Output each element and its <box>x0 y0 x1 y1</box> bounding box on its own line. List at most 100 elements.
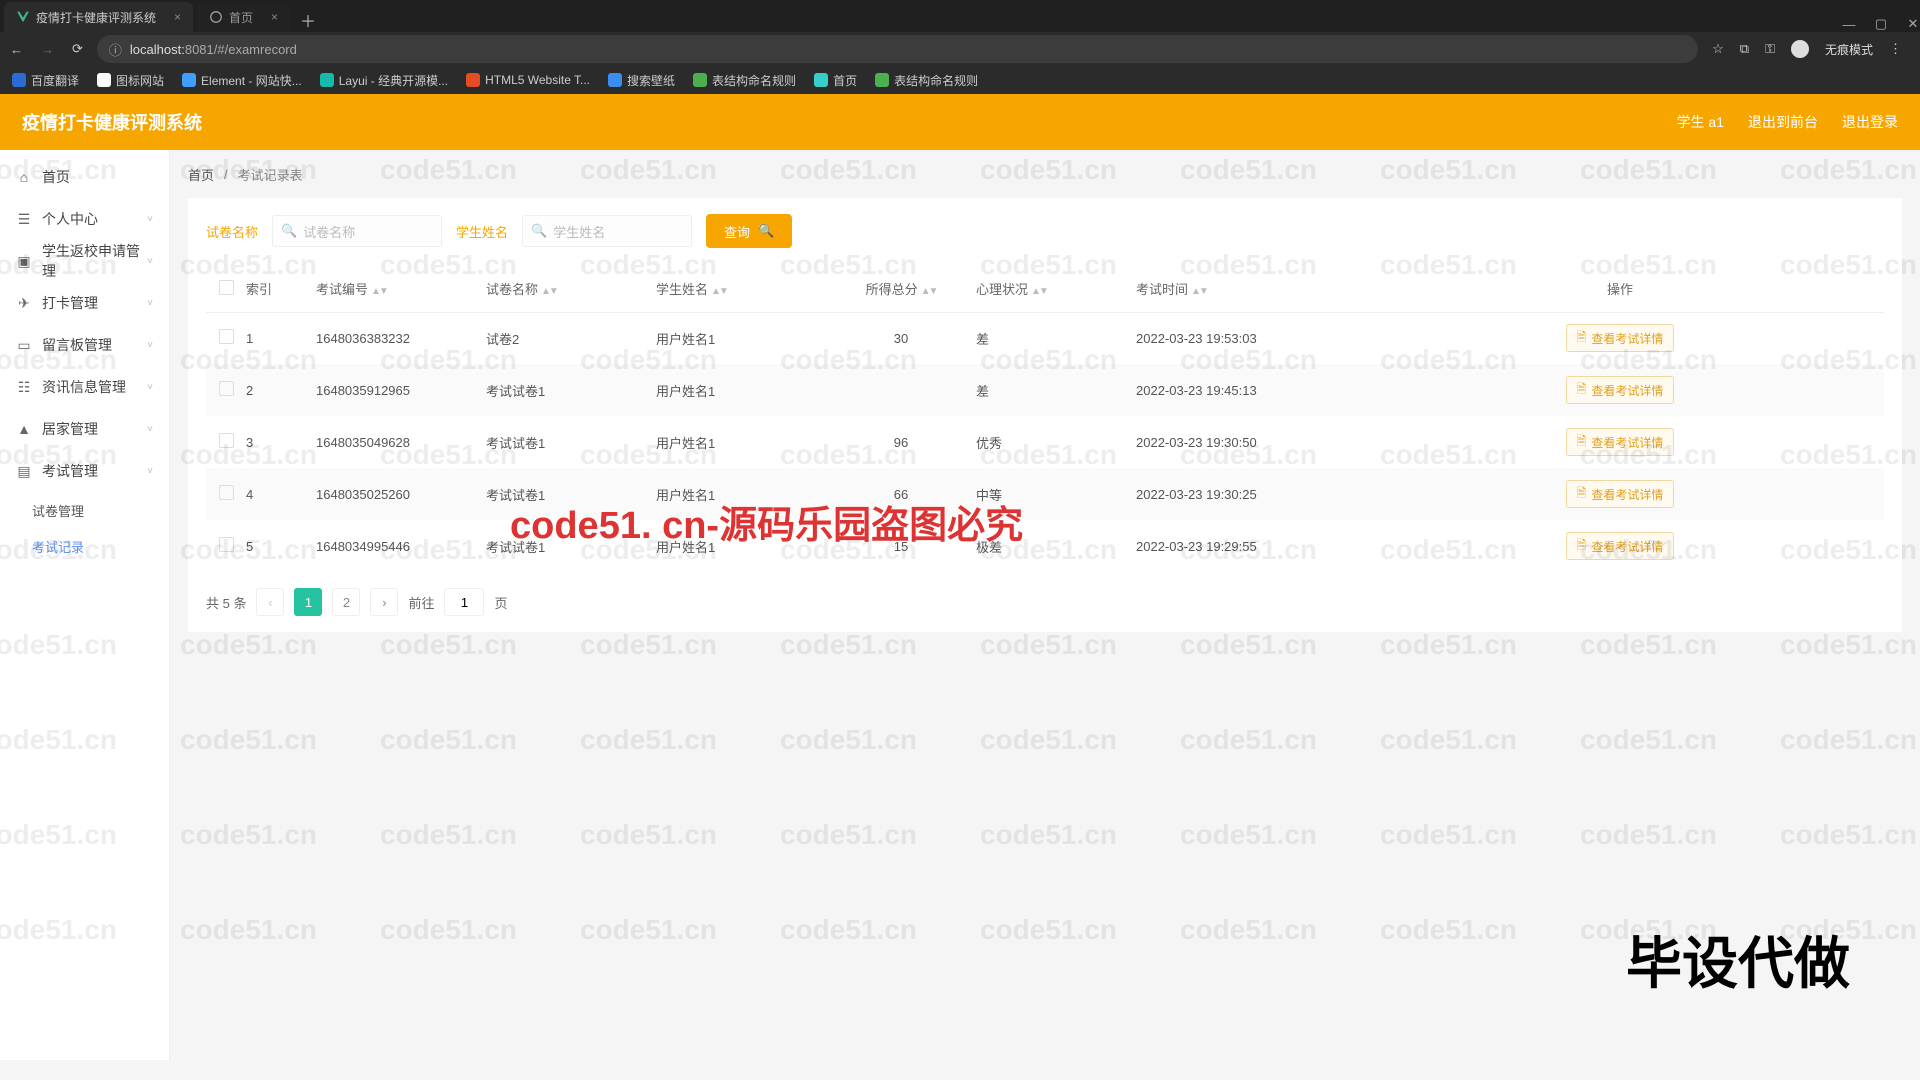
col-student[interactable]: 学生姓名▲▼ <box>656 266 826 312</box>
bookmark-label: 搜索壁纸 <box>627 72 675 89</box>
maximize-icon[interactable]: ▢ <box>1874 16 1888 32</box>
logout-button[interactable]: 退出登录 <box>1842 112 1898 132</box>
cell-index: 5 <box>246 520 316 572</box>
site-info-icon[interactable]: ⓘ <box>109 40 122 59</box>
back-icon[interactable]: ← <box>10 42 23 57</box>
sidebar-item-home-stay[interactable]: ▲居家管理˅ <box>0 408 169 450</box>
board-icon: ▭ <box>16 337 32 354</box>
chevron-down-icon: ˅ <box>147 424 153 435</box>
search-button[interactable]: 查询 🔍 <box>706 214 792 248</box>
col-psych[interactable]: 心理状况▲▼ <box>976 266 1136 312</box>
bookmark-item[interactable]: 首页 <box>814 72 857 89</box>
sidebar-item-home[interactable]: ⌂首页 <box>0 156 169 198</box>
sidebar-item-checkin[interactable]: ✈ 打卡管理˅ <box>0 282 169 324</box>
cell-time: 2022-03-23 19:53:03 <box>1136 312 1356 364</box>
bookmark-favicon-icon <box>320 73 334 87</box>
cell-examno: 1648035912965 <box>316 364 486 416</box>
sidebar-item-news[interactable]: ☷资讯信息管理˅ <box>0 366 169 408</box>
view-detail-button[interactable]: 🗎查看考试详情 <box>1566 532 1675 560</box>
row-checkbox[interactable] <box>219 329 234 344</box>
cell-examno: 1648036383232 <box>316 312 486 364</box>
exit-front-button[interactable]: 退出到前台 <box>1748 112 1818 132</box>
col-examno[interactable]: 考试编号▲▼ <box>316 266 486 312</box>
sidebar-item-exam[interactable]: ▤考试管理˅ <box>0 450 169 492</box>
key-icon[interactable]: ⚿ <box>1765 41 1775 57</box>
view-detail-button[interactable]: 🗎查看考试详情 <box>1566 376 1675 404</box>
cell-paper: 试卷2 <box>486 312 656 364</box>
sidebar-item-return-apply[interactable]: ▣学生返校申请管理˅ <box>0 240 169 282</box>
row-checkbox[interactable] <box>219 381 234 396</box>
sidebar-item-message[interactable]: ▭留言板管理˅ <box>0 324 169 366</box>
pager-goto-input[interactable] <box>444 588 484 616</box>
sort-icon: ▲▼ <box>541 286 557 297</box>
sidebar-sub-paper[interactable]: 试卷管理 <box>0 492 169 528</box>
row-checkbox[interactable] <box>219 485 234 500</box>
col-time[interactable]: 考试时间▲▼ <box>1136 266 1356 312</box>
toolbar-right: ☆ ⧉ ⚿ 无痕模式 ⋮ <box>1712 40 1910 58</box>
url-field[interactable]: ⓘ localhost:8081/#/examrecord <box>97 35 1698 63</box>
pager-prev[interactable]: ‹ <box>256 588 284 616</box>
view-detail-button[interactable]: 🗎查看考试详情 <box>1566 324 1675 352</box>
minimize-icon[interactable]: — <box>1842 17 1856 32</box>
pager-page-2[interactable]: 2 <box>332 588 360 616</box>
new-tab-button[interactable]: ＋ <box>294 8 322 32</box>
incognito-avatar-icon[interactable] <box>1791 40 1809 58</box>
list-icon[interactable]: ⧉ <box>1740 41 1749 57</box>
bookmark-item[interactable]: 表结构命名规则 <box>875 72 978 89</box>
app-body: ⌂首页 ☰个人中心˅ ▣学生返校申请管理˅ ✈打卡管理˅ ▭留言板管理˅ ☷资讯… <box>0 150 1920 1060</box>
input-placeholder: 学生姓名 <box>553 222 605 241</box>
view-detail-button[interactable]: 🗎查看考试详情 <box>1566 480 1675 508</box>
close-window-icon[interactable]: ✕ <box>1906 16 1920 32</box>
grid-icon: ☷ <box>16 379 32 396</box>
sort-icon: ▲▼ <box>711 286 727 297</box>
bookmark-item[interactable]: Element - 网站快... <box>182 72 302 89</box>
bookmark-favicon-icon <box>12 73 26 87</box>
chevron-down-icon: ˅ <box>147 298 153 309</box>
browser-tab-inactive[interactable]: 首页 × <box>197 2 290 32</box>
bookmark-item[interactable]: 表结构命名规则 <box>693 72 796 89</box>
star-icon[interactable]: ☆ <box>1712 41 1724 57</box>
reload-icon[interactable]: ⟳ <box>72 41 83 57</box>
col-paper[interactable]: 试卷名称▲▼ <box>486 266 656 312</box>
pager-goto-prefix: 前往 <box>408 593 434 612</box>
bookmark-item[interactable]: 图标网站 <box>97 72 164 89</box>
close-icon[interactable]: × <box>174 10 181 24</box>
close-icon[interactable]: × <box>271 10 278 24</box>
menu-icon: ☰ <box>16 211 32 228</box>
breadcrumb-home[interactable]: 首页 <box>188 165 214 184</box>
paper-name-input[interactable]: 🔍 试卷名称 <box>272 215 442 247</box>
bookmark-item[interactable]: 搜索壁纸 <box>608 72 675 89</box>
bookmark-label: 表结构命名规则 <box>894 72 978 89</box>
table-row: 21648035912965考试试卷1用户姓名1差2022-03-23 19:4… <box>206 364 1884 416</box>
bookmark-favicon-icon <box>608 73 622 87</box>
checkbox-all[interactable] <box>219 280 234 295</box>
search-button-label: 查询 <box>724 222 750 241</box>
pager-page-1[interactable]: 1 <box>294 588 322 616</box>
bookmark-item[interactable]: HTML5 Website T... <box>466 73 590 87</box>
sidebar-item-profile[interactable]: ☰个人中心˅ <box>0 198 169 240</box>
row-checkbox[interactable] <box>219 433 234 448</box>
sidebar-item-label: 打卡管理 <box>42 293 147 313</box>
current-user[interactable]: 学生 a1 <box>1677 112 1724 132</box>
menu-icon[interactable]: ⋮ <box>1889 41 1902 57</box>
view-detail-button[interactable]: 🗎查看考试详情 <box>1566 428 1675 456</box>
forward-icon[interactable]: → <box>41 42 54 57</box>
browser-tab-active[interactable]: 疫情打卡健康评测系统 × <box>4 2 193 32</box>
pager-next[interactable]: › <box>370 588 398 616</box>
cell-student: 用户姓名1 <box>656 312 826 364</box>
plane-icon: ✈ <box>16 295 32 312</box>
bookmark-item[interactable]: 百度翻译 <box>12 72 79 89</box>
table-row: 11648036383232试卷2用户姓名130差2022-03-23 19:5… <box>206 312 1884 364</box>
bookmark-item[interactable]: Layui - 经典开源模... <box>320 72 448 89</box>
cell-student: 用户姓名1 <box>656 364 826 416</box>
url-path: 8081/#/examrecord <box>185 42 297 57</box>
row-checkbox[interactable] <box>219 537 234 552</box>
col-index[interactable]: 索引 <box>246 266 316 312</box>
cell-student: 用户姓名1 <box>656 520 826 572</box>
app-logo: 疫情打卡健康评测系统 <box>22 109 202 135</box>
incognito-label: 无痕模式 <box>1825 41 1873 58</box>
sidebar-sub-record[interactable]: 考试记录 <box>0 528 169 564</box>
bookmark-label: HTML5 Website T... <box>485 73 590 87</box>
col-score[interactable]: 所得总分▲▼ <box>826 266 976 312</box>
student-name-input[interactable]: 🔍 学生姓名 <box>522 215 692 247</box>
